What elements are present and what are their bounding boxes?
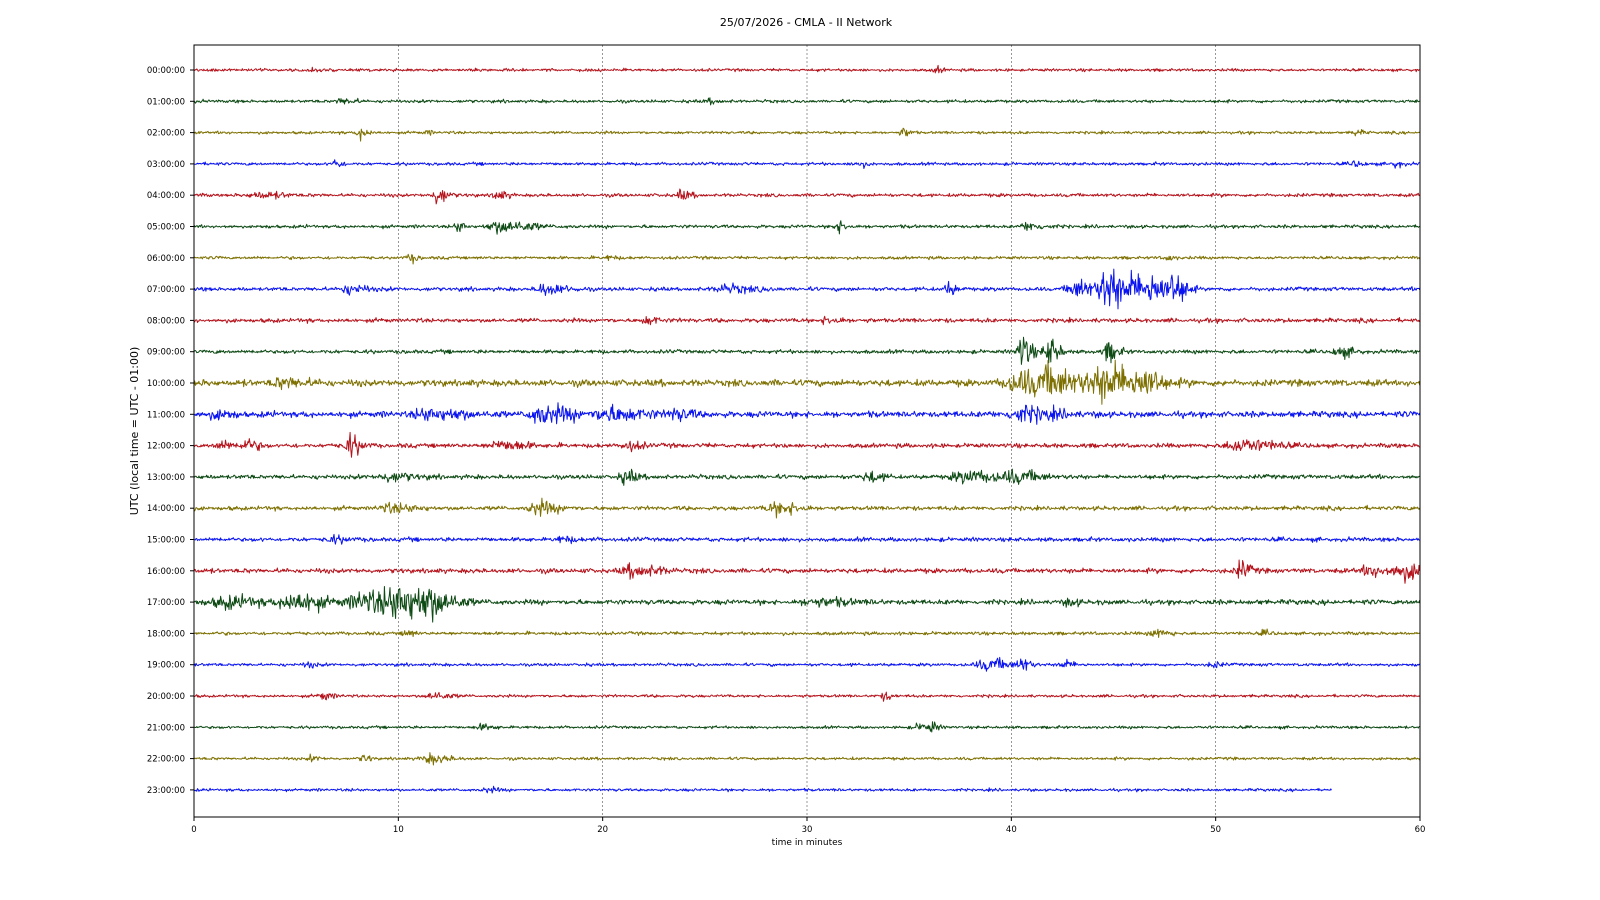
y-tick-label: 08:00:00 [147,316,185,326]
y-tick-label: 19:00:00 [147,661,185,671]
x-tick-label: 60 [1415,825,1426,835]
x-axis-label: time in minutes [772,838,843,848]
y-tick-label: 06:00:00 [147,254,185,264]
y-tick-label: 04:00:00 [147,191,185,201]
y-tick-label: 17:00:00 [147,598,185,608]
y-tick-label: 21:00:00 [147,723,185,733]
y-tick-labels: 00:00:00 01:00:00 02:00:00 03:00:00 04:00:00… [147,66,194,796]
x-tick-label: 0 [191,825,196,835]
y-tick-label: 23:00:00 [147,786,185,796]
y-tick-label: 01:00:00 [147,97,185,107]
y-tick-label: 16:00:00 [147,567,185,577]
y-tick-label: 03:00:00 [147,160,185,170]
x-tick-label: 40 [1006,825,1017,835]
x-tick-label: 10 [393,825,404,835]
y-tick-label: 09:00:00 [147,348,185,358]
x-tick-label: 20 [597,825,608,835]
chart-title: 25/07/2026 - CMLA - II Network [720,16,893,29]
y-tick-label: 02:00:00 [147,129,185,139]
y-tick-label: 14:00:00 [147,504,185,514]
y-axis-label: UTC (local time = UTC - 01:00) [128,347,141,516]
trace-row-170000 [193,586,1421,623]
x-tick-label: 30 [802,825,813,835]
trace-row-230000 [193,785,1332,794]
y-tick-label: 07:00:00 [147,285,185,295]
y-tick-label: 22:00:00 [147,755,185,765]
y-tick-label: 20:00:00 [147,692,185,702]
y-tick-label: 05:00:00 [147,223,185,233]
x-tick-label: 50 [1210,825,1221,835]
y-tick-label: 15:00:00 [147,536,185,546]
y-tick-label: 00:00:00 [147,66,185,76]
vertical-grid [398,45,1216,817]
y-tick-label: 11:00:00 [147,410,185,420]
y-tick-label: 12:00:00 [147,442,185,452]
y-tick-label: 18:00:00 [147,629,185,639]
trace-row-160000 [193,559,1421,584]
y-tick-label: 10:00:00 [147,379,185,389]
x-tick-labels: 0 10 20 30 40 50 60 [191,817,1425,835]
y-tick-label: 13:00:00 [147,473,185,483]
helicorder-chart: 25/07/2026 - CMLA - II Network 00:00:000… [128,16,1425,848]
